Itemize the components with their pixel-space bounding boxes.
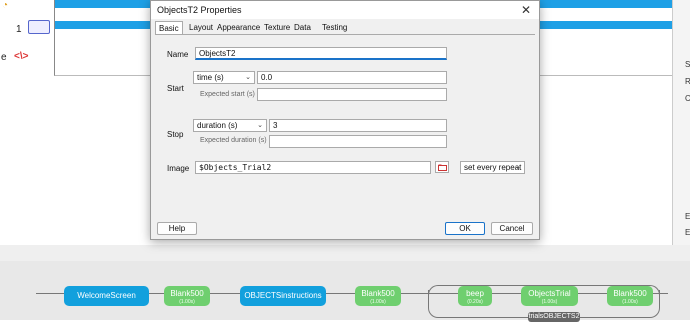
tab-basic[interactable]: Basic: [155, 21, 183, 35]
right-panel: S R C E E: [672, 0, 690, 245]
node-label: WelcomeScreen: [77, 291, 136, 300]
node-label: Blank500: [613, 289, 647, 298]
basic-panel: Name ObjectsT2 time (s) ⌄ 0.0 Start Expec…: [155, 34, 535, 218]
stop-value-field[interactable]: 3: [269, 119, 447, 132]
component-label-1: 1: [16, 24, 22, 35]
node-label: ObjectsTrial: [528, 289, 571, 298]
flow-node-static[interactable]: Blank500 (1.00s): [607, 286, 653, 306]
help-button[interactable]: Help: [157, 222, 197, 235]
node-label: Blank500: [361, 289, 395, 298]
panel-letter[interactable]: S: [685, 60, 690, 69]
tab-data[interactable]: Data: [291, 21, 314, 35]
keyboard-icon[interactable]: [28, 20, 50, 34]
flow-node-static[interactable]: beep (0.20s): [458, 286, 492, 306]
chevron-down-icon: ⌄: [257, 122, 263, 129]
panel-letter[interactable]: E: [685, 228, 690, 237]
image-update-select[interactable]: set every repeat ⌄: [460, 161, 525, 174]
node-label: OBJECTSinstructions: [244, 291, 322, 300]
cancel-button[interactable]: Cancel: [491, 222, 533, 235]
expected-duration-field[interactable]: [269, 135, 447, 148]
tab-testing[interactable]: Testing: [319, 21, 350, 35]
flow-header: [0, 245, 690, 261]
node-label: Blank500: [170, 289, 204, 298]
flow-node-routine[interactable]: OBJECTSinstructions: [240, 286, 326, 306]
flow-node-static[interactable]: Blank500 (1.00s): [355, 286, 401, 306]
chevron-down-icon: ⌄: [515, 164, 521, 171]
node-duration: (0.20s): [467, 299, 483, 305]
start-type-value: time (s): [197, 73, 224, 82]
folder-button[interactable]: [435, 161, 449, 173]
stop-type-value: duration (s): [197, 121, 238, 130]
node-duration: (1.00s): [622, 299, 638, 305]
close-icon[interactable]: ✕: [521, 3, 531, 17]
node-label: beep: [466, 289, 484, 298]
flow-node-static[interactable]: Blank500 (1.00s): [164, 286, 210, 306]
image-update-value: set every repeat: [464, 163, 522, 172]
panel-letter[interactable]: E: [685, 212, 690, 221]
start-label: Start: [167, 84, 184, 93]
stop-type-select[interactable]: duration (s) ⌄: [193, 119, 267, 132]
folder-icon: [438, 164, 447, 171]
name-field[interactable]: ObjectsT2: [195, 47, 447, 60]
image-field[interactable]: $Objects_Trial2: [195, 161, 431, 174]
ok-button[interactable]: OK: [445, 222, 485, 235]
tab-texture[interactable]: Texture: [261, 21, 293, 35]
tab-appearance[interactable]: Appearance: [214, 21, 263, 35]
expected-start-label: Expected start (s): [200, 91, 255, 98]
node-duration: (1.00s): [179, 299, 195, 305]
component-icon[interactable]: ◔: [2, 0, 8, 11]
panel-letter[interactable]: C: [685, 94, 690, 103]
chevron-down-icon: ⌄: [245, 74, 251, 81]
panel-letter[interactable]: R: [685, 77, 690, 86]
dialog-title: ObjectsT2 Properties: [157, 5, 242, 15]
tab-layout[interactable]: Layout: [186, 21, 216, 35]
node-duration: (1.00s): [541, 299, 558, 305]
properties-dialog: ObjectsT2 Properties ✕ Basic Layout Appe…: [150, 0, 540, 240]
flow-node-static[interactable]: ObjectsTrial (1.00s): [521, 286, 578, 306]
start-value-field[interactable]: 0.0: [257, 71, 447, 84]
name-label: Name: [167, 50, 189, 59]
code-icon[interactable]: <\>: [14, 51, 28, 62]
component-label-e: e: [1, 52, 7, 63]
stop-label: Stop: [167, 130, 184, 139]
expected-start-field[interactable]: [257, 88, 447, 101]
loop-label[interactable]: trialsOBJECTS2: [528, 312, 580, 322]
node-duration: (1.00s): [370, 299, 386, 305]
dialog-titlebar[interactable]: ObjectsT2 Properties ✕: [151, 1, 539, 19]
start-type-select[interactable]: time (s) ⌄: [193, 71, 255, 84]
components-panel: ◔ 1 e <\>: [0, 0, 55, 240]
expected-duration-label: Expected duration (s): [200, 137, 267, 144]
image-label: Image: [167, 164, 190, 173]
flow-node-routine[interactable]: WelcomeScreen: [64, 286, 149, 306]
